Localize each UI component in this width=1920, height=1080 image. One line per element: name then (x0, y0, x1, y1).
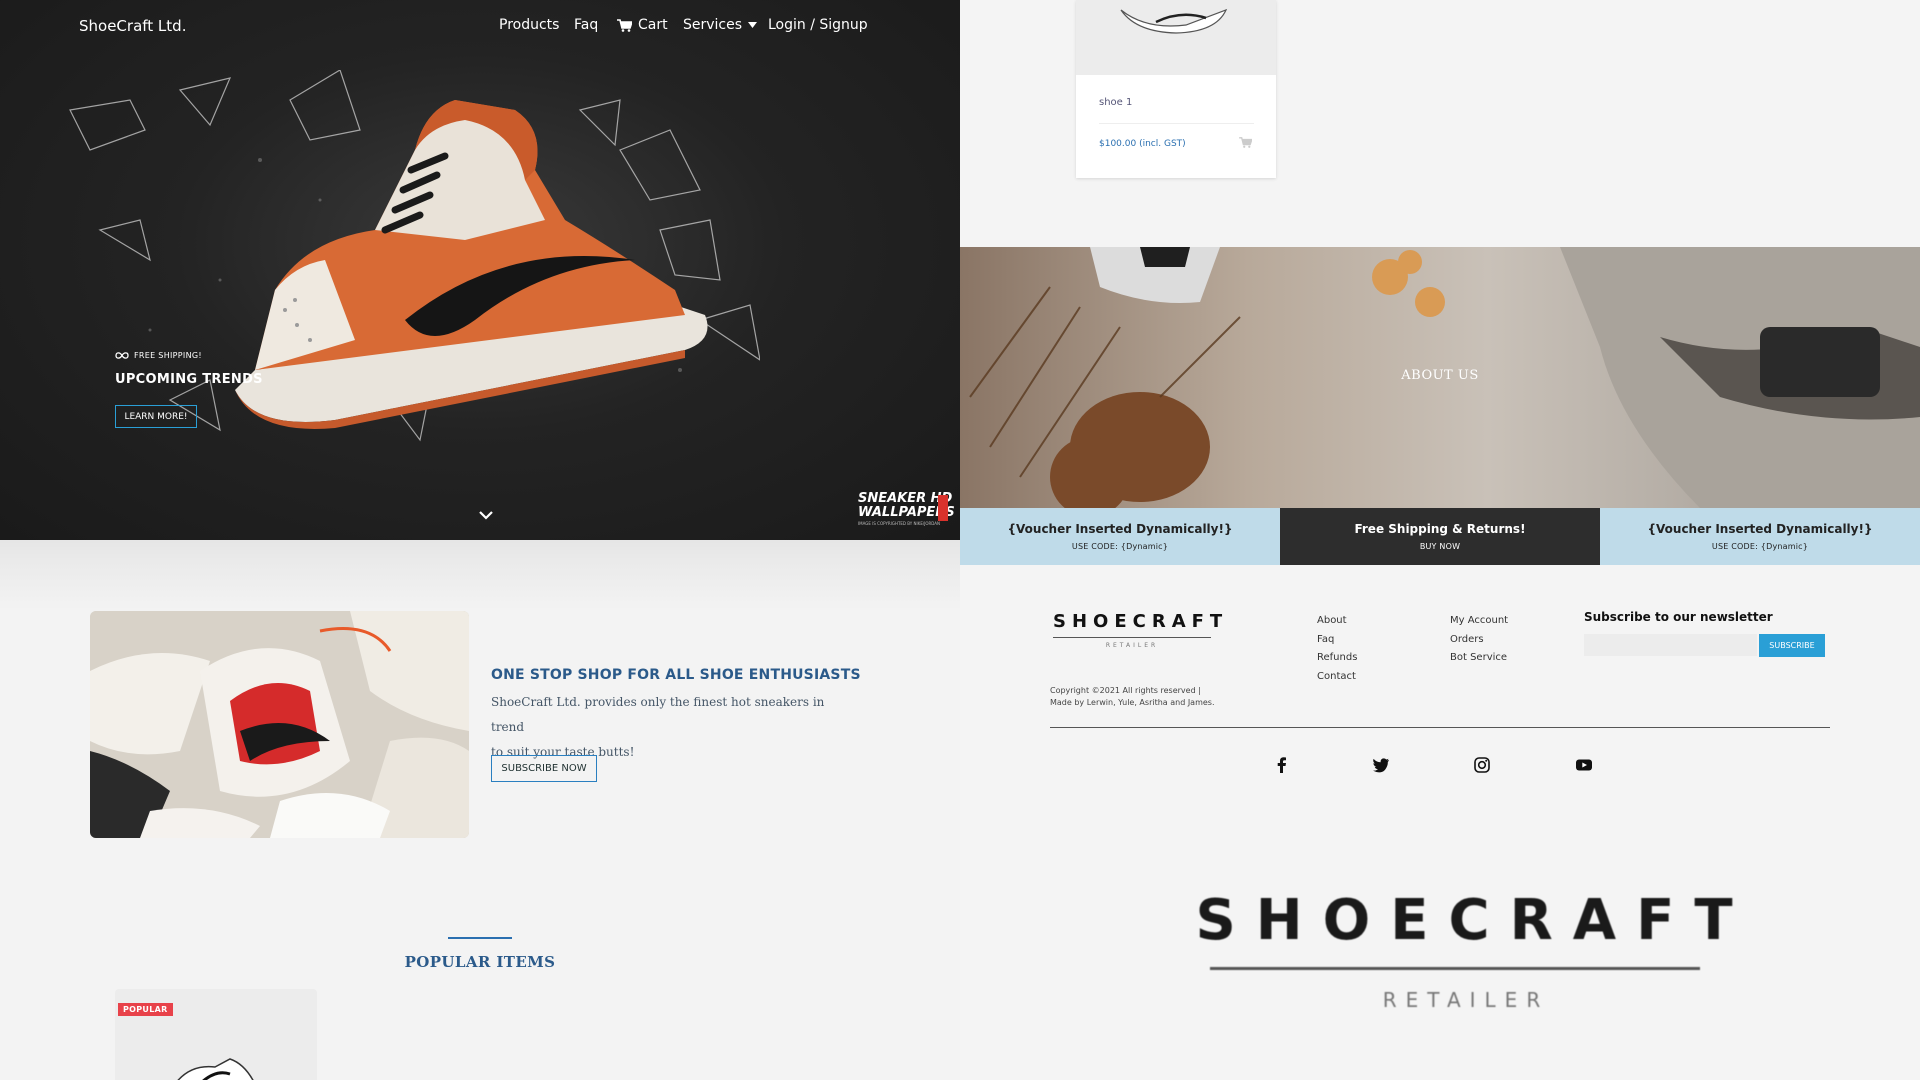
nav-login-signup[interactable]: Login / Signup (768, 17, 868, 33)
watermark-copyright: IMAGE IS COPYRIGHTED BY NIKE/JORDAN (858, 521, 941, 526)
popular-badge: POPULAR (118, 1003, 173, 1016)
large-logo-sub: RETAILER (1382, 988, 1550, 1012)
newsletter-email-input[interactable] (1584, 634, 1757, 656)
nav-faq[interactable]: Faq (574, 17, 598, 33)
voucher-banner-2[interactable]: {Voucher Inserted Dynamically!} USE CODE… (1600, 508, 1920, 565)
nav-products-label: Products (499, 17, 560, 33)
product-name[interactable]: shoe 1 (1099, 97, 1132, 108)
add-to-cart-icon[interactable] (1239, 137, 1252, 148)
nav-services-label: Services (683, 17, 743, 33)
nav-products[interactable]: Products (499, 17, 559, 33)
free-shipping-badge: FREE SHIPPING! (115, 351, 202, 360)
footer-link-about[interactable]: About (1317, 612, 1357, 631)
learn-more-button[interactable]: LEARN MORE! (115, 405, 197, 428)
infinity-icon (115, 352, 129, 359)
free-shipping-text: FREE SHIPPING! (134, 351, 202, 360)
promo-description: ShoeCraft Ltd. provides only the finest … (491, 690, 831, 765)
footer-logo-word: SHOECRAFT (1053, 611, 1229, 632)
section-divider (0, 540, 960, 610)
cart-icon (617, 18, 632, 32)
footer-divider (1050, 727, 1830, 728)
product-card[interactable]: shoe 1 $100.00 (incl. GST) (1076, 0, 1276, 178)
footer-link-orders[interactable]: Orders (1450, 631, 1508, 650)
product-card-divider (1099, 123, 1254, 124)
free-shipping-banner[interactable]: Free Shipping & Returns! BUY NOW (1280, 508, 1600, 565)
product-card-image (1076, 0, 1276, 75)
voucher-1-title: {Voucher Inserted Dynamically!} (1007, 522, 1233, 536)
free-shipping-title: Free Shipping & Returns! (1354, 522, 1526, 536)
product-shoe-image (177, 1058, 254, 1080)
footer-link-faq[interactable]: Faq (1317, 631, 1357, 650)
instagram-icon[interactable] (1473, 756, 1491, 774)
nav-cart[interactable]: Cart (617, 17, 668, 33)
copyright-text: Copyright ©2021 All rights reserved | Ma… (1050, 686, 1215, 707)
hero-section: ShoeCraft Ltd. Products Faq Cart Service… (0, 0, 960, 540)
twitter-icon[interactable] (1372, 756, 1390, 774)
watermark-badge (938, 495, 948, 521)
newsletter-subscribe-button[interactable]: SUBSCRIBE (1759, 634, 1825, 657)
scroll-down-chevron-icon[interactable] (478, 510, 494, 520)
newsletter-title: Subscribe to our newsletter (1584, 610, 1773, 624)
product-price: $100.00 (incl. GST) (1099, 139, 1186, 149)
voucher-2-title: {Voucher Inserted Dynamically!} (1647, 522, 1873, 536)
promo-title: ONE STOP SHOP FOR ALL SHOE ENTHUSIASTS (491, 667, 861, 683)
footer-link-contact[interactable]: Contact (1317, 668, 1357, 687)
nav-cart-label: Cart (638, 17, 668, 33)
footer-logo-sub: RETAILER (1053, 637, 1211, 649)
footer-link-my-account[interactable]: My Account (1450, 612, 1508, 631)
footer-links-col-1: About Faq Refunds Contact (1317, 612, 1357, 686)
large-brand-logo: SHOECRAFT RETAILER (960, 888, 1920, 1012)
caret-down-icon (748, 22, 758, 28)
left-panel: ShoeCraft Ltd. Products Faq Cart Service… (0, 0, 960, 1080)
about-us-title: ABOUT US (1401, 368, 1479, 383)
subscribe-now-button[interactable]: SUBSCRIBE NOW (491, 755, 597, 782)
youtube-icon[interactable] (1575, 756, 1593, 774)
footer-link-bot-service[interactable]: Bot Service (1450, 649, 1508, 668)
footer-logo[interactable]: SHOECRAFT RETAILER (1053, 611, 1228, 649)
buy-now-link[interactable]: BUY NOW (1420, 542, 1460, 551)
facebook-icon[interactable] (1273, 756, 1291, 774)
nav-services-dropdown[interactable]: Services (683, 17, 758, 33)
hero-sneaker-image (235, 100, 708, 429)
large-logo-rule (1210, 967, 1700, 970)
nav-login-label: Login / Signup (768, 17, 868, 33)
large-logo-word: SHOECRAFT (1195, 888, 1753, 953)
popular-product-card[interactable]: POPULAR (115, 989, 317, 1080)
promo-line-1: ShoeCraft Ltd. provides only the finest … (491, 695, 825, 734)
promo-sneakers-image (90, 611, 469, 838)
footer-links-col-2: My Account Orders Bot Service (1450, 612, 1508, 668)
nav-faq-label: Faq (574, 17, 599, 33)
popular-divider (448, 937, 512, 939)
right-panel: shoe 1 $100.00 (incl. GST) ABOUT US {Vou… (960, 0, 1920, 1080)
hero-title: UPCOMING TRENDS (115, 372, 263, 387)
popular-items-title: POPULAR ITEMS (404, 953, 556, 971)
footer-link-refunds[interactable]: Refunds (1317, 649, 1357, 668)
voucher-2-code: USE CODE: {Dynamic} (1711, 542, 1809, 551)
brand-logo[interactable]: ShoeCraft Ltd. (79, 17, 186, 35)
voucher-1-code: USE CODE: {Dynamic} (1071, 542, 1169, 551)
voucher-banner-1[interactable]: {Voucher Inserted Dynamically!} USE CODE… (960, 508, 1280, 565)
